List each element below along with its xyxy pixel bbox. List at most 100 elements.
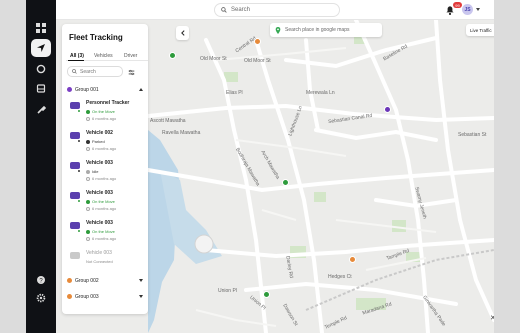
vehicle-name: Vehicle 003 <box>86 250 112 256</box>
clock-icon <box>86 116 90 121</box>
global-search-input[interactable]: Search <box>214 3 340 17</box>
clock-icon <box>86 206 90 211</box>
panel-tabs: All (3) Vehicles Driver <box>66 51 148 61</box>
nav-routes[interactable] <box>31 60 51 78</box>
vehicle-status: Not Connected <box>86 259 113 264</box>
vehicle-item[interactable]: Vehicle 003 Idle 6 months ago <box>69 160 143 188</box>
search-icon <box>72 69 77 74</box>
group-row-001[interactable]: Group 001 <box>67 85 143 94</box>
group-label: Group 002 <box>75 277 99 284</box>
chevron-down-icon[interactable] <box>139 295 143 298</box>
map-search-input[interactable]: Search place in google maps <box>270 23 382 37</box>
street-label: Ravella Mawatha <box>162 130 201 136</box>
truck-icon <box>36 84 46 93</box>
vehicle-name: Vehicle 003 <box>86 220 113 226</box>
vehicle-time-text: 6 months ago <box>92 206 117 211</box>
vehicle-status: On the Move <box>86 109 115 114</box>
chevron-left-icon <box>180 30 185 36</box>
clock-icon <box>86 146 90 151</box>
nav-maintenance[interactable] <box>31 101 51 119</box>
help-icon: ? <box>37 276 45 284</box>
top-bar: Search 99 JS <box>56 0 494 20</box>
vehicle-last-seen: 6 months ago <box>86 206 116 211</box>
nav-help[interactable]: ? <box>31 271 51 289</box>
navigation-icon <box>37 44 45 52</box>
tab-all[interactable]: All (3) <box>70 53 84 59</box>
vehicle-last-seen: 6 months ago <box>86 116 116 121</box>
chevron-up-icon[interactable] <box>139 88 143 91</box>
notification-badge: 99 <box>453 2 462 8</box>
close-icon[interactable]: ✕ <box>490 314 494 322</box>
vehicle-name: Vehicle 003 <box>86 190 113 196</box>
tab-vehicles[interactable]: Vehicles <box>94 53 113 59</box>
vehicle-item[interactable]: Vehicle 003 Not Connected <box>69 250 143 278</box>
vehicle-icon <box>70 192 80 199</box>
vehicle-last-seen: 6 months ago <box>86 176 116 181</box>
group-label: Group 001 <box>75 86 99 93</box>
group-color-dot <box>67 278 72 283</box>
global-search-label: Search <box>231 7 251 13</box>
vehicle-pin-purple[interactable] <box>384 106 391 113</box>
vehicle-icon <box>70 252 80 259</box>
vehicle-pin-orange[interactable] <box>254 38 261 45</box>
vehicle-status: Parked <box>86 139 105 144</box>
filter-button[interactable] <box>126 67 136 77</box>
collapse-panel-button[interactable] <box>176 26 189 40</box>
nav-vehicles[interactable] <box>31 80 51 98</box>
vehicle-last-seen: 6 months ago <box>86 236 116 241</box>
vehicle-status: On the Move <box>86 229 115 234</box>
vehicle-icon <box>70 222 80 229</box>
vehicle-pin-green[interactable] <box>263 291 270 298</box>
wrench-icon <box>37 105 46 114</box>
avatar[interactable]: JS <box>462 4 473 15</box>
status-dot <box>77 109 81 113</box>
panel-search-input[interactable]: Search <box>67 66 123 77</box>
vehicle-status-text: On the Move <box>92 199 115 204</box>
group-color-dot <box>67 294 72 299</box>
nav-settings[interactable] <box>31 289 51 307</box>
group-label: Group 003 <box>75 293 99 300</box>
status-dot <box>77 139 81 143</box>
vehicle-time-text: 6 months ago <box>92 236 117 241</box>
vehicle-status-text: On the Move <box>92 109 115 114</box>
vehicle-item[interactable]: Vehicle 002 Parked 6 months ago <box>69 130 143 158</box>
vehicle-pin-orange[interactable] <box>349 256 356 263</box>
vehicle-last-seen: 6 months ago <box>86 146 116 151</box>
vehicle-pin-green[interactable] <box>282 179 289 186</box>
live-traffic-toggle[interactable]: Live Traffic <box>466 24 494 36</box>
dashboard-icon <box>36 23 46 33</box>
clock-icon <box>86 176 90 181</box>
panel-search-placeholder: Search <box>80 68 96 75</box>
status-dot <box>77 229 81 233</box>
group-row-003[interactable]: Group 003 <box>67 292 143 301</box>
street-label: Elias Pl <box>226 90 243 96</box>
circle-icon <box>36 64 46 74</box>
street-label: Old Moor St <box>244 58 271 64</box>
vehicle-status: Idle <box>86 169 98 174</box>
tab-driver[interactable]: Driver <box>124 53 137 59</box>
live-traffic-label: Live Traffic <box>470 27 492 33</box>
nav-tracking[interactable] <box>31 39 51 57</box>
vehicle-icon <box>70 102 80 109</box>
vehicle-pin-green[interactable] <box>169 52 176 59</box>
vehicle-item[interactable]: Personnel Tracker On the Move 6 months a… <box>69 100 143 128</box>
chevron-down-icon[interactable] <box>139 279 143 282</box>
street-label: Merewala Ln <box>306 90 335 96</box>
search-icon <box>221 7 227 13</box>
vehicle-item[interactable]: Vehicle 003 On the Move 6 months ago <box>69 220 143 248</box>
vehicle-icon <box>70 132 80 139</box>
vehicle-item[interactable]: Vehicle 003 On the Move 6 months ago <box>69 190 143 218</box>
vehicle-status-text: Idle <box>92 169 99 174</box>
vehicle-name: Vehicle 002 <box>86 130 113 136</box>
street-label: Sebastian St <box>458 132 487 138</box>
vehicle-time-text: 6 months ago <box>92 116 117 121</box>
chevron-down-icon[interactable] <box>476 8 480 11</box>
panel-title: Fleet Tracking <box>69 33 123 42</box>
vehicle-time-text: 6 months ago <box>92 176 117 181</box>
group-row-002[interactable]: Group 002 <box>67 276 143 285</box>
street-label: Ascott Mawatha <box>150 118 186 124</box>
vehicle-status-text: On the Move <box>92 229 115 234</box>
nav-dashboard[interactable] <box>31 19 51 37</box>
settings-icon <box>36 293 46 303</box>
map-pin-icon <box>275 26 281 34</box>
